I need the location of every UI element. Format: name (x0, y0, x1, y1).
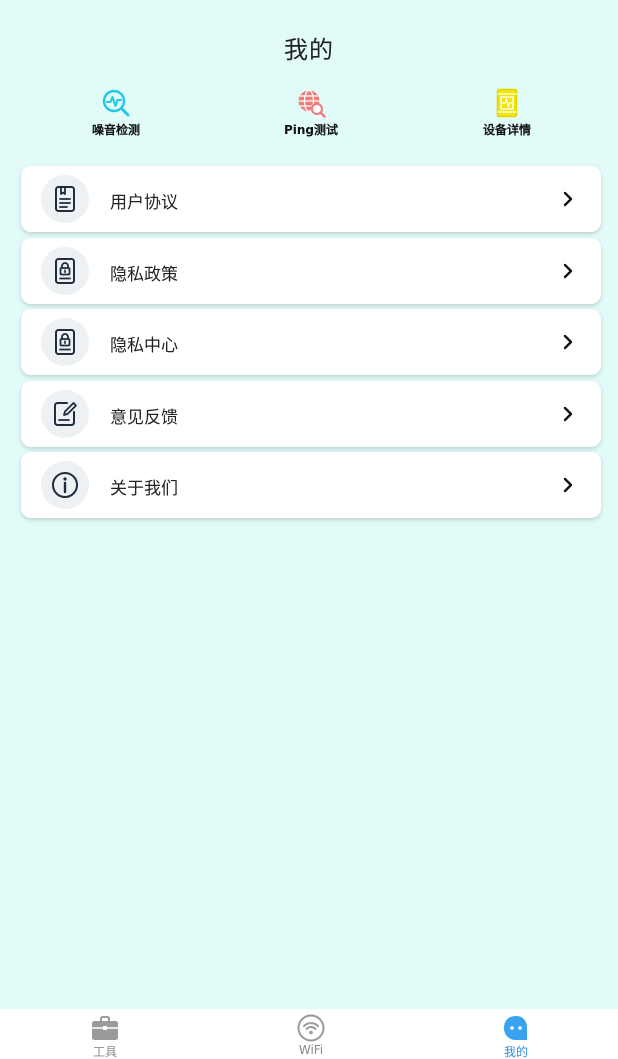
menu-icon-bg (41, 461, 89, 509)
menu-item-label: 隐私政策 (110, 264, 178, 285)
briefcase-icon (92, 1016, 118, 1040)
tab-tools[interactable]: 工具 (45, 1013, 165, 1059)
document-icon (55, 186, 75, 212)
tab-wifi[interactable]: WiFi (251, 1013, 371, 1057)
tool-shortcuts: 噪音检测 Ping测试 设备详情 (0, 88, 618, 144)
menu-item-privacy-center[interactable]: 隐私中心 (21, 309, 601, 375)
tool-device-details[interactable]: 设备详情 (447, 88, 567, 138)
phone-device-icon (496, 88, 518, 118)
lock-document-icon (55, 329, 75, 355)
mine-page: 我的 噪音检测 Ping测试 设备详情 用户协议 隐私政策 隐私中心 意见反馈 … (0, 0, 618, 1059)
chevron-right-icon (563, 263, 573, 278)
tool-noise-detect[interactable]: 噪音检测 (56, 88, 176, 138)
info-icon (52, 472, 78, 498)
tool-label: 设备详情 (482, 123, 531, 137)
chevron-right-icon (563, 334, 573, 350)
settings-menu: 用户协议 隐私政策 隐私中心 意见反馈 关于我们 (21, 166, 601, 524)
robot-face-icon (504, 1016, 527, 1040)
menu-item-about-us[interactable]: 关于我们 (21, 452, 601, 518)
menu-item-label: 隐私中心 (110, 336, 178, 356)
chevron-right-icon (563, 191, 573, 207)
chevron-right-icon (563, 406, 573, 421)
feedback-edit-icon (54, 401, 77, 426)
menu-item-feedback[interactable]: 意见反馈 (21, 380, 601, 447)
tool-ping-test[interactable]: Ping测试 (251, 88, 371, 138)
lock-document-icon (55, 257, 75, 284)
menu-icon-bg (41, 175, 89, 223)
tab-label: 工具 (92, 1045, 117, 1059)
menu-icon-bg (41, 246, 89, 295)
menu-item-label: 用户协议 (110, 193, 178, 213)
menu-icon-bg (41, 318, 89, 366)
globe-search-icon (298, 89, 326, 118)
chevron-right-icon (563, 477, 573, 493)
menu-item-privacy-policy[interactable]: 隐私政策 (21, 237, 601, 304)
menu-item-label: 意见反馈 (110, 407, 178, 428)
menu-item-user-agreement[interactable]: 用户协议 (21, 166, 601, 232)
page-title: 我的 (284, 36, 334, 64)
menu-icon-bg (41, 389, 89, 438)
tool-label: Ping测试 (283, 123, 339, 137)
menu-item-label: 关于我们 (110, 479, 178, 499)
noise-search-icon (102, 89, 130, 117)
wifi-icon (297, 1014, 325, 1042)
tool-label: 噪音检测 (91, 123, 140, 137)
bottom-tab-bar: 工具 WiFi 我的 (0, 1009, 618, 1059)
tab-mine[interactable]: 我的 (456, 1013, 576, 1059)
tab-label: WiFi (298, 1043, 324, 1057)
tab-label: 我的 (503, 1045, 528, 1059)
